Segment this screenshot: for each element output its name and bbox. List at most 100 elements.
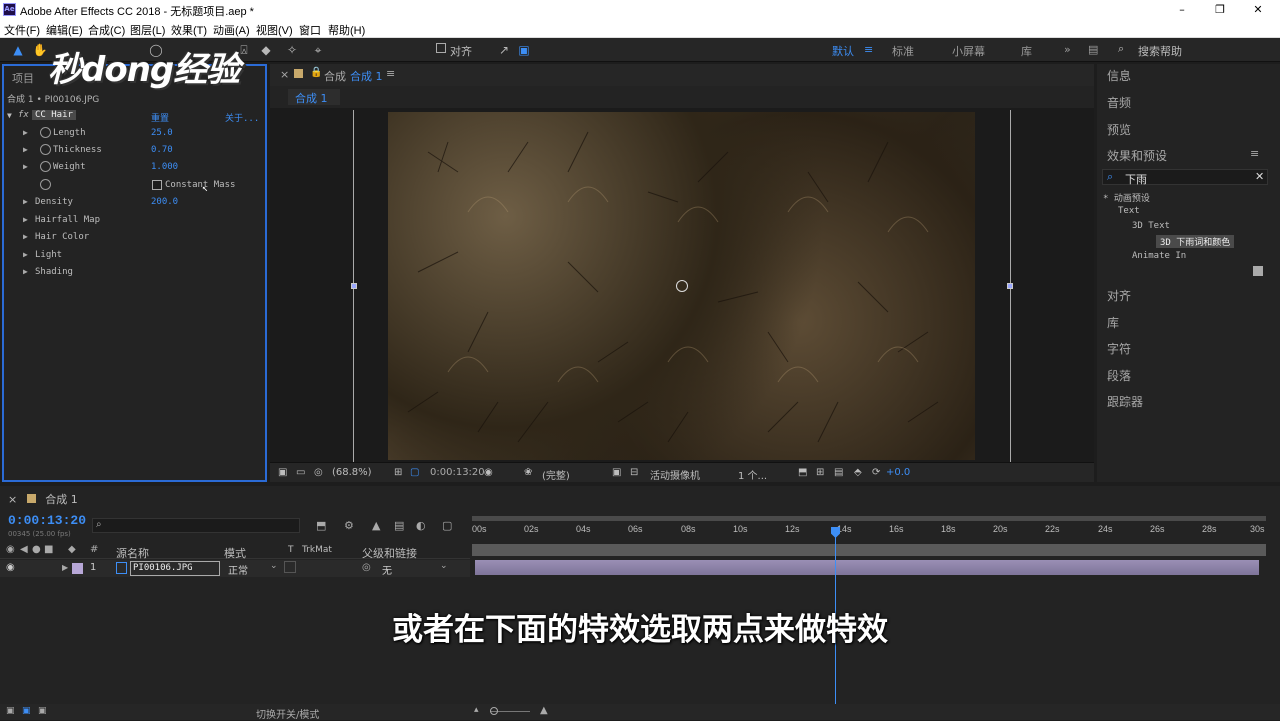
tree-folder-3d-text[interactable]: 3D Text — [1132, 221, 1170, 231]
expand-triangle-icon[interactable]: ▶ — [23, 145, 28, 154]
column-parent[interactable]: 父级和链接 — [362, 545, 417, 561]
panel-menu-icon[interactable]: ≡ — [386, 67, 395, 80]
tree-folder-text[interactable]: Text — [1118, 206, 1140, 216]
eraser-tool-icon[interactable]: ◆ — [258, 42, 274, 58]
trkmat-box[interactable] — [284, 561, 296, 573]
param-row-thickness[interactable]: ▶ Thickness 0.70 — [4, 142, 265, 159]
views-dropdown[interactable]: 1 个... — [738, 467, 767, 482]
hand-tool-icon[interactable]: ✋ — [32, 42, 48, 58]
column-mode[interactable]: 模式 — [224, 545, 246, 561]
param-value[interactable]: 1.000 — [151, 162, 178, 172]
menu-layer[interactable]: 图层(L) — [130, 22, 165, 38]
panel-paragraph[interactable]: 段落 — [1107, 367, 1131, 384]
transfer-controls-icon[interactable]: ▣ — [22, 706, 31, 716]
expand-triangle-icon[interactable]: ▶ — [23, 162, 28, 171]
3d-view-icon[interactable]: ⊞ — [816, 467, 824, 478]
effect-name[interactable]: CC Hair — [32, 110, 76, 120]
workspace-small-screen[interactable]: 小屏幕 — [952, 43, 985, 59]
time-navigator-bar[interactable] — [472, 516, 1266, 521]
param-row-weight[interactable]: ▶ Weight 1.000 — [4, 159, 265, 176]
stopwatch-icon[interactable] — [40, 179, 51, 190]
zoom-out-icon[interactable]: ▴ — [474, 705, 479, 715]
stopwatch-icon[interactable] — [40, 161, 51, 172]
chevron-down-icon[interactable]: ⌄ — [270, 561, 278, 571]
workspace-standard[interactable]: 标准 — [892, 43, 914, 59]
expand-triangle-icon[interactable]: ▶ — [23, 215, 28, 224]
maximize-button[interactable]: ❐ — [1200, 0, 1240, 20]
panel-tracker[interactable]: 跟踪器 — [1107, 393, 1143, 410]
parent-pickwhip-icon[interactable]: ◎ — [362, 562, 371, 573]
param-row-constant-mass[interactable]: Constant Mass ↖ — [4, 177, 265, 194]
time-ruler[interactable]: 00s 02s 04s 06s 08s 10s 12s 14s 16s 18s 20s 22s 24s 2… — [472, 518, 1266, 540]
fx-icon[interactable]: fx — [18, 110, 29, 120]
grid-icon[interactable]: ⊞ — [394, 467, 402, 478]
menu-help[interactable]: 帮助(H) — [328, 22, 365, 38]
work-area-bar[interactable] — [472, 544, 1266, 556]
always-preview-icon[interactable]: ▣ — [278, 467, 287, 478]
panel-preview[interactable]: 预览 — [1107, 121, 1131, 138]
resize-handle-left[interactable] — [351, 283, 357, 289]
resolution-dropdown[interactable]: (完整) — [542, 467, 570, 482]
param-row-hairfall-map[interactable]: ▶ Hairfall Map — [4, 212, 265, 229]
layer-name[interactable]: PI00106.JPG — [130, 561, 220, 576]
panel-menu-icon[interactable]: ≡ — [1250, 147, 1259, 160]
monitor-icon[interactable]: ▭ — [296, 467, 305, 478]
reset-link[interactable]: 重置 — [151, 111, 169, 124]
tree-root-presets[interactable]: * 动画预设 — [1103, 191, 1150, 204]
more-workspaces-icon[interactable]: » — [1064, 43, 1071, 56]
transparency-grid-icon[interactable]: ⊟ — [630, 467, 638, 478]
comp-tab-name[interactable]: 合成 1 — [350, 68, 383, 84]
panel-character[interactable]: 字符 — [1107, 340, 1131, 357]
expand-triangle-icon[interactable]: ▶ — [23, 232, 28, 241]
toggle-switches-modes[interactable]: 切换开关/模式 — [256, 706, 319, 721]
param-row-length[interactable]: ▶ Length 25.0 — [4, 125, 265, 142]
current-time[interactable]: 0:00:13:20 — [430, 467, 485, 478]
param-row-hair-color[interactable]: ▶ Hair Color — [4, 229, 265, 246]
timeline-search-input[interactable]: ⌕ — [92, 518, 300, 533]
timeline-link-icon[interactable]: ▤ — [834, 467, 843, 478]
selection-tool-icon[interactable]: ▲ — [10, 42, 26, 58]
param-value[interactable]: 25.0 — [151, 128, 173, 138]
graph-editor-icon[interactable]: ▢ — [442, 519, 452, 532]
resize-handle-right[interactable] — [1007, 283, 1013, 289]
draft-3d-icon[interactable]: ⚙ — [344, 519, 354, 532]
label-color-swatch[interactable] — [72, 563, 83, 574]
minimize-button[interactable]: – — [1162, 0, 1202, 20]
in-out-icon[interactable]: ▣ — [38, 706, 47, 716]
expand-triangle-icon[interactable]: ▶ — [23, 250, 28, 259]
parent-dropdown[interactable]: 无 — [382, 562, 392, 577]
menu-window[interactable]: 窗口 — [299, 22, 321, 38]
effect-header-row[interactable]: ▼ fx CC Hair 重置 关于... — [4, 108, 265, 125]
menu-animation[interactable]: 动画(A) — [213, 22, 250, 38]
stopwatch-icon[interactable] — [40, 127, 51, 138]
channel-icon[interactable]: ❀ — [524, 467, 532, 478]
effects-search-input[interactable]: ⌕ 下雨 ✕ — [1102, 169, 1268, 186]
column-source-name[interactable]: 源名称 — [116, 545, 149, 561]
panel-audio[interactable]: 音频 — [1107, 94, 1131, 111]
panel-title[interactable]: 项目 — [12, 70, 34, 86]
mask-icon[interactable]: ◎ — [314, 467, 323, 478]
frame-blending-icon[interactable]: ▤ — [394, 519, 404, 532]
fast-preview-icon[interactable]: ▣ — [612, 467, 621, 478]
zoom-dropdown[interactable]: (68.8%) — [332, 467, 372, 478]
column-t[interactable]: T — [288, 545, 294, 555]
comp-mini-flowchart-icon[interactable]: ⬒ — [316, 519, 326, 532]
panel-effects-presets[interactable]: 效果和预设 — [1107, 147, 1167, 164]
collapse-triangle-icon[interactable]: ▼ — [7, 111, 12, 120]
expand-triangle-icon[interactable]: ▶ — [23, 197, 28, 206]
layout-icon[interactable]: ⬒ — [798, 467, 807, 478]
layer-duration-bar[interactable] — [475, 560, 1259, 575]
snapshot-icon[interactable]: ◉ — [484, 467, 493, 478]
param-row-density[interactable]: ▶ Density 200.0 — [4, 194, 265, 211]
workspace-library[interactable]: 库 — [1021, 43, 1032, 59]
zoom-in-icon[interactable]: ▲ — [540, 705, 548, 716]
menu-edit[interactable]: 编辑(E) — [46, 22, 83, 38]
layer-switches-icon[interactable]: ▣ — [6, 706, 15, 716]
layer-row[interactable]: ◉ ▶ 1 PI00106.JPG 正常 ⌄ ◎ 无 ⌄ — [0, 560, 470, 577]
layer-mode-dropdown[interactable]: 正常 — [228, 562, 248, 577]
chevron-down-icon[interactable]: ⌄ — [440, 561, 448, 571]
menu-view[interactable]: 视图(V) — [256, 22, 293, 38]
panel-align[interactable]: 对齐 — [1107, 287, 1131, 304]
region-icon[interactable]: ▢ — [410, 467, 419, 478]
eye-icon[interactable]: ◉ — [6, 562, 15, 573]
